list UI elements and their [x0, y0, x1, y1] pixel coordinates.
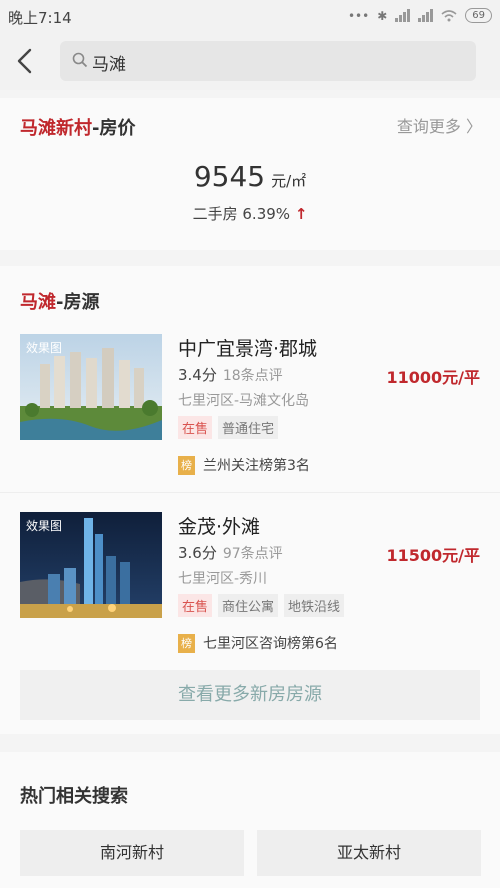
thumb-label: 效果图	[26, 519, 63, 533]
tag-type: 商住公寓	[218, 594, 279, 617]
hot-search-item[interactable]: 亚太新村	[257, 830, 481, 876]
divider	[0, 492, 500, 493]
price-unit: 元/㎡	[271, 172, 307, 190]
signal-icon-2	[418, 9, 434, 22]
listing-item[interactable]: 效果图 金茂·外滩 3.6分 97条点评 11500元/平 七里河区-秀川 在售 …	[0, 500, 500, 670]
price-title-highlight: 马滩新村	[20, 118, 92, 139]
listing-title-suffix: -房源	[56, 292, 100, 313]
hot-search-title: 热门相关搜索	[20, 786, 128, 807]
tag-type: 普通住宅	[218, 416, 279, 439]
status-bar: 晚上7:14 ••• ✱ 69	[0, 0, 500, 34]
view-more-listings-button[interactable]: 查看更多新房房源	[20, 670, 480, 720]
search-header: 马滩	[0, 34, 500, 90]
rank-text: 兰州关注榜第3名	[203, 458, 310, 474]
battery-icon: 69	[465, 8, 492, 23]
listing-rank: 榜 兰州关注榜第3名	[178, 455, 310, 475]
listing-title-highlight: 马滩	[20, 292, 56, 313]
price-change: 二手房 6.39% ↑	[0, 203, 500, 224]
score-value: 3.6分	[178, 544, 217, 562]
bluetooth-icon: ✱	[377, 8, 388, 23]
search-query: 马滩	[92, 55, 126, 75]
search-icon	[72, 52, 88, 68]
search-input[interactable]: 马滩	[60, 41, 476, 81]
review-count: 18条点评	[222, 368, 283, 384]
hot-search-item[interactable]: 南河新村	[20, 830, 244, 876]
listing-item[interactable]: 效果图 中广宜景湾·郡城 3.4分 18条点评 11000元/平 七里河区-马滩文…	[0, 322, 500, 492]
thumb-label: 效果图	[26, 341, 63, 355]
listing-section-title: 马滩-房源	[20, 288, 99, 314]
more-dots-icon: •••	[347, 8, 370, 23]
price-value: 9545 元/㎡	[0, 160, 500, 193]
up-arrow-icon: ↑	[294, 205, 308, 223]
status-time: 晚上7:14	[8, 9, 72, 27]
tag-on-sale: 在售	[178, 416, 213, 439]
listing-location: 七里河区-马滩文化岛	[178, 393, 310, 409]
tag-on-sale: 在售	[178, 594, 213, 617]
hot-search-card: 热门相关搜索 南河新村 亚太新村	[0, 752, 500, 888]
price-number: 9545	[193, 160, 266, 193]
listing-thumbnail: 效果图	[20, 334, 162, 440]
price-section-title: 马滩新村-房价	[20, 114, 135, 140]
listing-tags: 在售 商住公寓 地铁沿线	[178, 594, 345, 617]
listing-rank: 榜 七里河区咨询榜第6名	[178, 633, 338, 653]
back-arrow-icon[interactable]	[12, 46, 40, 76]
listing-thumbnail: 效果图	[20, 512, 162, 618]
wifi-icon	[441, 9, 457, 21]
tag-metro: 地铁沿线	[284, 594, 345, 617]
price-title-suffix: -房价	[92, 118, 136, 139]
listing-score: 3.4分 18条点评	[178, 364, 283, 385]
price-change-text: 二手房 6.39%	[192, 205, 291, 223]
listing-price: 11000元/平	[386, 368, 480, 387]
listing-card: 马滩-房源 效果图 中广宜景湾·郡城 3.4分18条点评 11000元/平 七	[0, 266, 500, 734]
listing-name: 金茂·外滩	[178, 516, 261, 538]
score-value: 3.4分	[178, 366, 217, 384]
listing-name: 中广宜景湾·郡城	[178, 338, 318, 360]
listing-price: 11500元/平	[386, 546, 480, 565]
query-more-link[interactable]: 查询更多 〉	[397, 113, 482, 137]
signal-icon	[395, 9, 411, 22]
listing-score: 3.6分 97条点评	[178, 542, 283, 563]
price-card: 马滩新村-房价 查询更多 〉 9545 元/㎡ 二手房 6.39% ↑	[0, 98, 500, 250]
status-icons: ••• ✱ 69	[348, 8, 492, 23]
review-count: 97条点评	[222, 546, 283, 562]
listing-tags: 在售 普通住宅	[178, 416, 279, 439]
listing-location: 七里河区-秀川	[178, 571, 268, 587]
rank-text: 七里河区咨询榜第6名	[203, 636, 338, 652]
rank-badge-icon: 榜	[178, 455, 195, 475]
rank-badge-icon: 榜	[178, 633, 195, 653]
